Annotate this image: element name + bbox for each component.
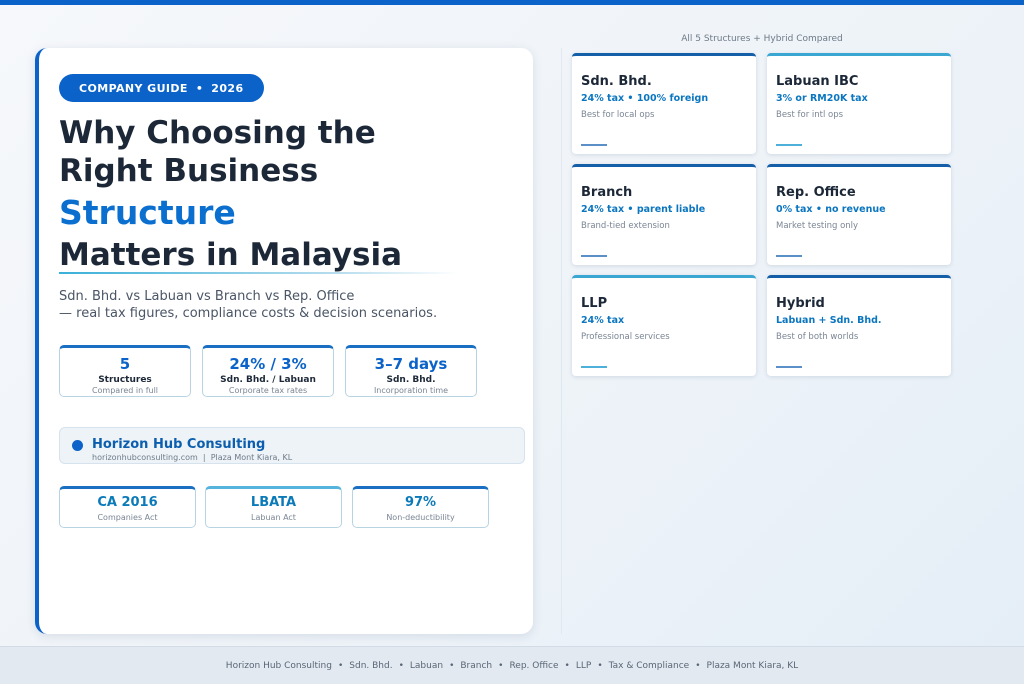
footer-item: Rep. Office (509, 660, 559, 671)
structure-tile-labuan-ibc: Labuan IBC 3% or RM20K tax Best for intl… (767, 53, 951, 154)
brand-website: horizonhubconsulting.com (92, 453, 198, 462)
structure-tile-hybrid: Hybrid Labuan + Sdn. Bhd. Best of both w… (767, 275, 951, 376)
footer-separator: • (449, 660, 455, 671)
tile-title: LLP (581, 296, 608, 311)
footer-bar: Horizon Hub Consulting • Sdn. Bhd. • Lab… (0, 646, 1024, 684)
tile-key-facts: 0% tax • no revenue (776, 204, 886, 215)
badge-label: COMPANY GUIDE (79, 81, 188, 95)
tile-accent-bar (581, 255, 607, 257)
stat-name: Sdn. Bhd. / Labuan (220, 375, 316, 385)
tile-accent-bar (776, 255, 802, 257)
title-highlight: Structure (59, 193, 236, 232)
brand-location: Plaza Mont Kiara, KL (210, 453, 293, 462)
tile-key-facts: Labuan + Sdn. Bhd. (776, 315, 882, 326)
brand-dot-icon (72, 440, 83, 451)
subtitle-line-1: Sdn. Bhd. vs Labuan vs Branch vs Rep. Of… (59, 289, 355, 304)
brand-name: Horizon Hub Consulting (92, 437, 266, 452)
law-value: CA 2016 (97, 495, 158, 510)
brand-meta-separator: | (202, 453, 206, 462)
stat-value: 3–7 days (374, 355, 448, 373)
tile-accent-bar (581, 144, 607, 146)
stat-caption: Compared in full (91, 386, 159, 395)
tile-description: Best of both worlds (776, 332, 859, 342)
law-caption: Companies Act (97, 513, 158, 522)
footer-separator: • (695, 660, 701, 671)
law-card-labuan-act: LBATA Labuan Act (205, 486, 342, 528)
structure-tile-branch: Branch 24% tax • parent liable Brand-tie… (572, 164, 756, 265)
title-line-4: Matters in Malaysia (59, 237, 403, 273)
footer-item: Labuan (409, 660, 444, 671)
law-caption: Non-deductibility (386, 513, 455, 522)
tile-key-facts: 24% tax • parent liable (581, 204, 706, 215)
stat-name: Sdn. Bhd. (386, 375, 436, 385)
tile-description: Professional services (581, 332, 670, 342)
tile-key-facts: 24% tax (581, 315, 625, 326)
stat-card-structures: 5 Structures Compared in full (59, 345, 191, 397)
footer-item: Plaza Mont Kiara, KL (706, 660, 799, 671)
stat-name: Structures (98, 375, 152, 385)
structure-tile-rep-office: Rep. Office 0% tax • no revenue Market t… (767, 164, 951, 265)
footer-separator: • (337, 660, 344, 671)
tile-accent-bar (776, 366, 802, 368)
stat-caption: Corporate tax rates (228, 386, 308, 395)
tile-key-facts: 3% or RM20K tax (776, 93, 868, 104)
footer-separator: • (498, 660, 504, 671)
column-divider (561, 48, 562, 634)
footer-separator: • (564, 660, 570, 671)
law-card-non-deductibility: 97% Non-deductibility (352, 486, 489, 528)
structure-tile-llp: LLP 24% tax Professional services (572, 275, 756, 376)
title-line-1: Why Choosing the (59, 115, 376, 151)
tile-title: Hybrid (776, 296, 825, 311)
brand-meta: horizonhubconsulting.com | Plaza Mont Ki… (92, 453, 292, 462)
stat-value: 24% / 3% (229, 355, 307, 373)
tile-title: Rep. Office (776, 185, 856, 200)
footer-item: Tax & Compliance (608, 660, 690, 671)
footer-item: Sdn. Bhd. (349, 660, 393, 671)
tile-description: Best for local ops (581, 110, 655, 120)
footer-separator: • (597, 660, 603, 671)
footer-item: Horizon Hub Consulting (225, 660, 332, 671)
company-guide-badge: COMPANY GUIDE • 2026 (59, 74, 264, 102)
top-accent-bar (0, 0, 1024, 5)
footer-item: Branch (460, 660, 493, 671)
guide-cover-card: COMPANY GUIDE • 2026 Why Choosing the Ri… (35, 48, 533, 634)
tile-description: Best for intl ops (776, 110, 844, 120)
consultancy-brand-box: Horizon Hub Consulting horizonhubconsult… (59, 427, 525, 464)
stat-caption: Incorporation time (373, 386, 449, 395)
badge-year: 2026 (211, 81, 244, 95)
tile-accent-bar (581, 366, 607, 368)
law-card-companies-act: CA 2016 Companies Act (59, 486, 196, 528)
tile-title: Labuan IBC (776, 74, 859, 89)
title-underline (59, 272, 459, 274)
page-title: Why Choosing the Right Business Structur… (59, 114, 519, 274)
stat-value: 5 (119, 355, 131, 373)
tile-key-facts: 24% tax • 100% foreign (581, 93, 709, 104)
tile-description: Brand-tied extension (581, 221, 670, 231)
title-line-2: Right Business (59, 153, 319, 189)
law-caption: Labuan Act (251, 513, 296, 522)
law-value: 97% (404, 495, 437, 510)
stat-card-incorporation-time: 3–7 days Sdn. Bhd. Incorporation time (345, 345, 477, 397)
structure-tile-sdn-bhd: Sdn. Bhd. 24% tax • 100% foreign Best fo… (572, 53, 756, 154)
law-value: LBATA (250, 495, 297, 510)
subtitle-line-2: — real tax figures, compliance costs & d… (59, 306, 438, 321)
subtitle: Sdn. Bhd. vs Labuan vs Branch vs Rep. Of… (59, 288, 519, 322)
tile-title: Branch (581, 185, 633, 200)
tile-accent-bar (776, 144, 802, 146)
tile-description: Market testing only (776, 221, 859, 231)
tile-title: Sdn. Bhd. (581, 74, 652, 89)
structures-grid-caption: All 5 Structures + Hybrid Compared (681, 34, 843, 44)
badge-separator: • (195, 81, 204, 95)
footer-separator: • (398, 660, 404, 671)
footer-item: LLP (575, 660, 592, 671)
stat-card-tax-rates: 24% / 3% Sdn. Bhd. / Labuan Corporate ta… (202, 345, 334, 397)
